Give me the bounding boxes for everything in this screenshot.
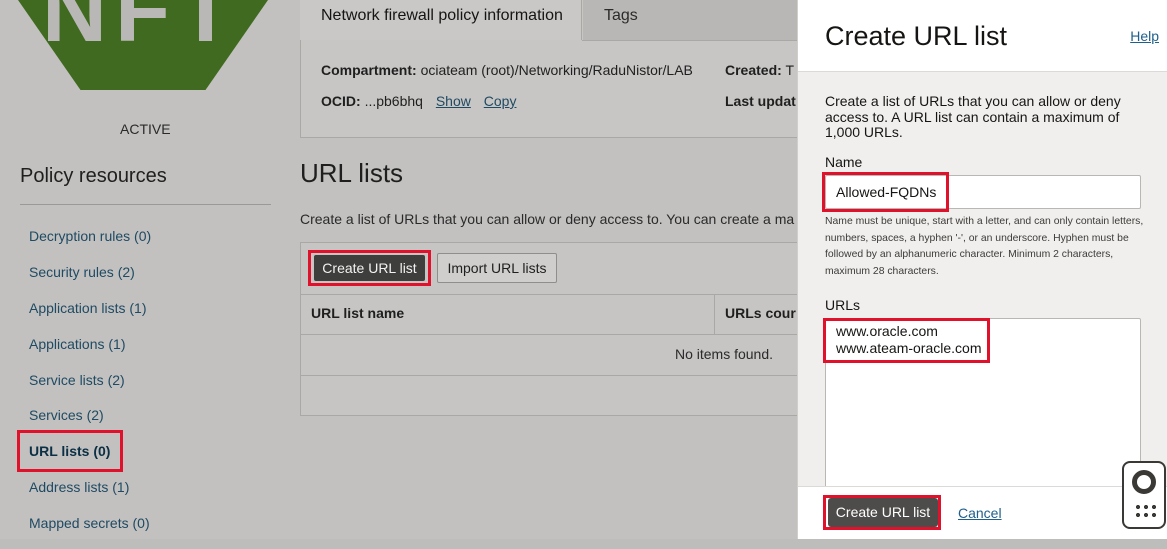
compartment-label: Compartment: (321, 62, 417, 78)
status-label: ACTIVE (120, 121, 171, 137)
ocid-label: OCID: (321, 93, 361, 109)
panel-description: Create a list of URLs that you can allow… (825, 93, 1121, 140)
last-updated-row: Last updat (725, 93, 796, 109)
copy-ocid-link[interactable]: Copy (484, 93, 517, 109)
help-widget[interactable] (1122, 461, 1166, 529)
tab-divider (582, 40, 797, 41)
tab-tags[interactable]: Tags (583, 0, 797, 40)
compartment-row: Compartment: ociateam (root)/Networking/… (321, 62, 693, 78)
nav-item-address-lists[interactable]: Address lists (1) (29, 477, 151, 513)
nav-item-security-rules[interactable]: Security rules (2) (29, 262, 151, 298)
tab-policy-information[interactable]: Network firewall policy information (300, 0, 582, 40)
table-header-row: URL list name URLs cour (301, 294, 797, 335)
nav-item-url-lists[interactable]: URL lists (0) (29, 441, 151, 477)
created-label: Created: (725, 62, 782, 78)
nav-item-decryption-rules[interactable]: Decryption rules (0) (29, 226, 151, 262)
created-value: T (785, 62, 794, 78)
submit-create-url-list-button[interactable]: Create URL list (828, 498, 938, 527)
policy-resources-heading: Policy resources (20, 165, 167, 187)
nav-item-service-lists[interactable]: Service lists (2) (29, 370, 151, 406)
ocid-value: ...pb6bhq (364, 93, 423, 109)
lifebuoy-icon[interactable] (1132, 470, 1156, 494)
cancel-link[interactable]: Cancel (958, 505, 1002, 521)
background-page: NFT ACTIVE Policy resources Decryption r… (0, 0, 798, 539)
created-row: Created: T (725, 62, 794, 78)
table-empty-row: No items found. (301, 333, 797, 376)
grid-dots-icon[interactable] (1134, 503, 1156, 519)
no-items-message: No items found. (674, 346, 774, 362)
name-hint: Name must be unique, start with a letter… (825, 216, 1144, 277)
create-url-list-button[interactable]: Create URL list (314, 255, 425, 281)
help-link[interactable]: Help (1130, 28, 1159, 44)
column-urls-count[interactable]: URLs cour (725, 305, 796, 321)
nav-item-application-lists[interactable]: Application lists (1) (29, 298, 151, 334)
urls-label: URLs (825, 297, 861, 313)
nft-logo-text: NFT (42, 0, 241, 61)
create-url-list-panel: Create URL list Help Create a list of UR… (797, 0, 1167, 539)
ocid-row: OCID: ...pb6bhq Show Copy (321, 93, 516, 109)
name-input[interactable] (825, 175, 1141, 209)
nav-item-services[interactable]: Services (2) (29, 405, 151, 441)
column-separator (714, 295, 715, 334)
divider (20, 204, 271, 205)
url-lists-heading: URL lists (300, 158, 404, 188)
panel-header: Create URL list Help (798, 0, 1167, 72)
policy-resources-nav: Decryption rules (0) Security rules (2) … (29, 226, 151, 549)
panel-title: Create URL list (825, 21, 1008, 51)
name-label: Name (825, 154, 863, 170)
nav-item-applications[interactable]: Applications (1) (29, 334, 151, 370)
last-updated-label: Last updat (725, 93, 796, 109)
url-lists-description: Create a list of URLs that you can allow… (300, 211, 795, 227)
import-url-lists-button[interactable]: Import URL lists (437, 253, 557, 283)
urls-textarea[interactable] (825, 318, 1141, 488)
nav-item-mapped-secrets[interactable]: Mapped secrets (0) (29, 513, 151, 549)
show-ocid-link[interactable]: Show (436, 93, 471, 109)
compartment-value: ociateam (root)/Networking/RaduNistor/LA… (420, 62, 693, 78)
column-url-list-name[interactable]: URL list name (311, 305, 404, 321)
